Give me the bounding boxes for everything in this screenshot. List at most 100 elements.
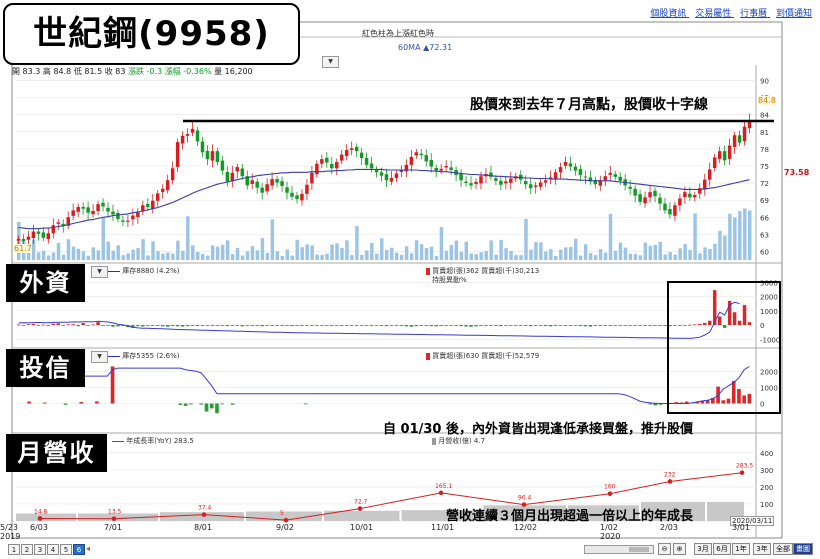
trust-dropdown[interactable]: ▼ — [91, 351, 108, 363]
candle-body — [613, 174, 617, 177]
open-value: 開 83.3 — [12, 67, 41, 76]
zoom-out-icon[interactable]: ⊖ — [658, 543, 671, 555]
range-button-1[interactable]: 6月 — [713, 543, 731, 555]
candle-body — [21, 238, 26, 242]
volume-bar — [509, 251, 513, 260]
candle-body — [260, 187, 264, 193]
candle-body — [339, 154, 344, 161]
volume-bar — [161, 253, 165, 260]
rev-bar-legend: 月營收(億) 4.7 — [432, 436, 485, 446]
volume-bar — [176, 240, 180, 260]
candle-body — [449, 167, 453, 170]
candle-body — [712, 157, 717, 168]
price-dropdown[interactable]: ▼ — [322, 56, 339, 68]
foreign-dropdown[interactable]: ▼ — [91, 266, 108, 278]
range-button-3[interactable]: 3年 — [753, 543, 771, 555]
page-button-2[interactable]: 2 — [21, 544, 33, 555]
range-button-4[interactable]: 全部 — [773, 543, 793, 555]
candle-body — [523, 181, 528, 185]
volume-bar — [514, 255, 518, 260]
candle-body — [578, 169, 583, 176]
page-button-5[interactable]: 5 — [60, 544, 72, 555]
candle-body — [165, 180, 170, 191]
trust-bar — [230, 403, 235, 405]
candle-body — [344, 150, 349, 157]
volume-bar — [643, 242, 648, 260]
stock-title: 世紀鋼(9958) — [3, 3, 300, 65]
trust-bar — [178, 403, 183, 405]
candle-body — [285, 187, 289, 193]
candle-body — [175, 142, 180, 167]
range-button-5[interactable]: 畫圖 — [793, 543, 813, 555]
scrollbar-thumb[interactable] — [629, 547, 649, 552]
yoy-data-label: 14.8 — [34, 508, 48, 515]
candle-body — [290, 192, 294, 197]
foreign-bar — [538, 325, 543, 326]
candle-body — [46, 233, 51, 240]
page-button-1[interactable]: 1 — [8, 544, 20, 555]
foreign-bar — [434, 325, 438, 327]
volume-bar — [385, 249, 389, 260]
foreign-bar — [26, 324, 31, 326]
yoy-data-label: 72.7 — [354, 499, 368, 506]
range-button-0[interactable]: 3月 — [694, 543, 712, 555]
volume-bar — [733, 217, 737, 260]
volume-bar — [713, 243, 717, 260]
volume-bar — [340, 247, 344, 260]
foreign-bar — [21, 325, 26, 326]
volume-bar — [539, 242, 543, 260]
x-axis-label: 2/03 — [660, 523, 678, 532]
volume-bar — [469, 253, 474, 260]
foreign-bar — [688, 324, 692, 326]
trust-bar — [726, 398, 731, 404]
range-button-2[interactable]: 1年 — [732, 543, 750, 555]
foreign-bar — [300, 325, 304, 326]
foreign-bar — [76, 325, 80, 327]
foreign-bar — [548, 325, 553, 327]
foreign-bar — [464, 325, 468, 327]
volume-bar — [290, 255, 294, 260]
foreign-bar — [270, 325, 274, 326]
volume-bar — [663, 254, 667, 260]
timeline-scrollbar[interactable] — [584, 545, 654, 554]
volume-bar — [648, 245, 653, 260]
candle-body — [414, 152, 419, 156]
foreign-bar — [280, 325, 284, 326]
foreign-tick-label: 1000 — [760, 308, 778, 316]
foreign-bar — [310, 325, 314, 326]
candle-body — [538, 182, 543, 187]
page-arrow-icon[interactable]: ◂ — [86, 544, 90, 553]
volume-bar — [559, 249, 563, 260]
foreign-bar — [240, 325, 245, 327]
zoom-in-icon[interactable]: ⊕ — [673, 543, 686, 555]
volume-bar — [429, 246, 434, 260]
volume-bar — [668, 252, 672, 260]
candle-body — [509, 178, 513, 183]
candle-body — [533, 185, 538, 187]
candle-body — [151, 200, 155, 209]
candle-body — [384, 174, 389, 181]
candle-body — [603, 176, 608, 181]
volume-bar — [718, 230, 722, 260]
candle-body — [673, 205, 677, 216]
foreign-bar — [444, 325, 448, 326]
page-button-3[interactable]: 3 — [34, 544, 46, 555]
foreign-bar — [101, 325, 105, 326]
volume-bar — [136, 248, 140, 260]
candle-body — [364, 158, 369, 165]
volume-bar — [320, 255, 324, 260]
x-axis-label: 11/01 — [431, 523, 455, 532]
volume-bar — [449, 245, 454, 260]
candle-body — [479, 176, 483, 184]
yoy-point — [607, 491, 613, 497]
volume-bar — [365, 250, 369, 260]
page-button-6[interactable]: 6 — [73, 544, 85, 555]
volume-bar — [454, 240, 459, 260]
x-axis-label: 5/23 — [0, 523, 18, 532]
trust-bar — [747, 393, 752, 404]
page-button-4[interactable]: 4 — [47, 544, 59, 555]
foreign-bar — [96, 322, 100, 326]
candle-body — [16, 238, 21, 241]
candle-body — [494, 178, 498, 181]
volume-bar — [265, 252, 270, 260]
